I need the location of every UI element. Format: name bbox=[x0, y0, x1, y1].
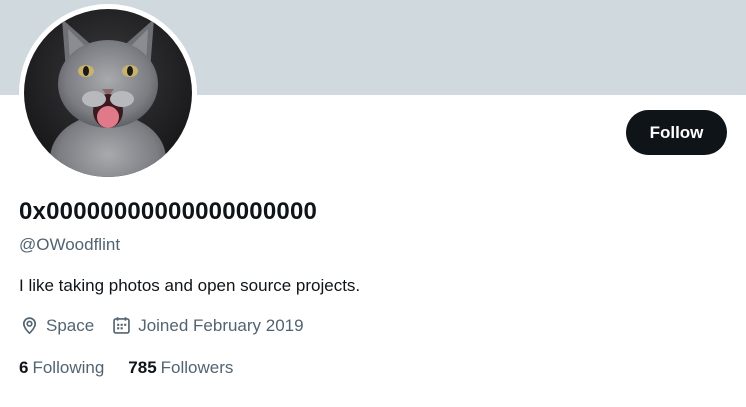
followers-label: Followers bbox=[160, 358, 234, 377]
profile-page: Follow 0x00000000000000000000 @OWoodflin… bbox=[0, 0, 746, 407]
avatar-image bbox=[24, 9, 192, 177]
calendar-icon bbox=[113, 317, 130, 334]
location-pin-icon bbox=[22, 317, 37, 335]
location: Space bbox=[19, 315, 94, 336]
user-handle: @OWoodflint bbox=[19, 235, 121, 254]
profile-stats: 6 Following 785 Followers bbox=[19, 358, 257, 378]
bio: I like taking photos and open source pro… bbox=[19, 276, 361, 295]
follow-button[interactable]: Follow bbox=[626, 110, 727, 155]
join-date-text: Joined February 2019 bbox=[138, 315, 304, 335]
following-count: 6 bbox=[19, 358, 29, 377]
avatar[interactable] bbox=[19, 4, 197, 182]
followers-count: 785 bbox=[128, 358, 157, 377]
join-date: Joined February 2019 bbox=[111, 315, 304, 336]
location-text: Space bbox=[46, 315, 95, 335]
profile-meta: Space Joined February 2019 bbox=[19, 315, 321, 336]
following-label: Following bbox=[32, 358, 105, 377]
followers-link[interactable]: 785 Followers bbox=[128, 358, 233, 378]
following-link[interactable]: 6 Following bbox=[19, 358, 104, 378]
display-name: 0x00000000000000000000 bbox=[19, 198, 318, 225]
